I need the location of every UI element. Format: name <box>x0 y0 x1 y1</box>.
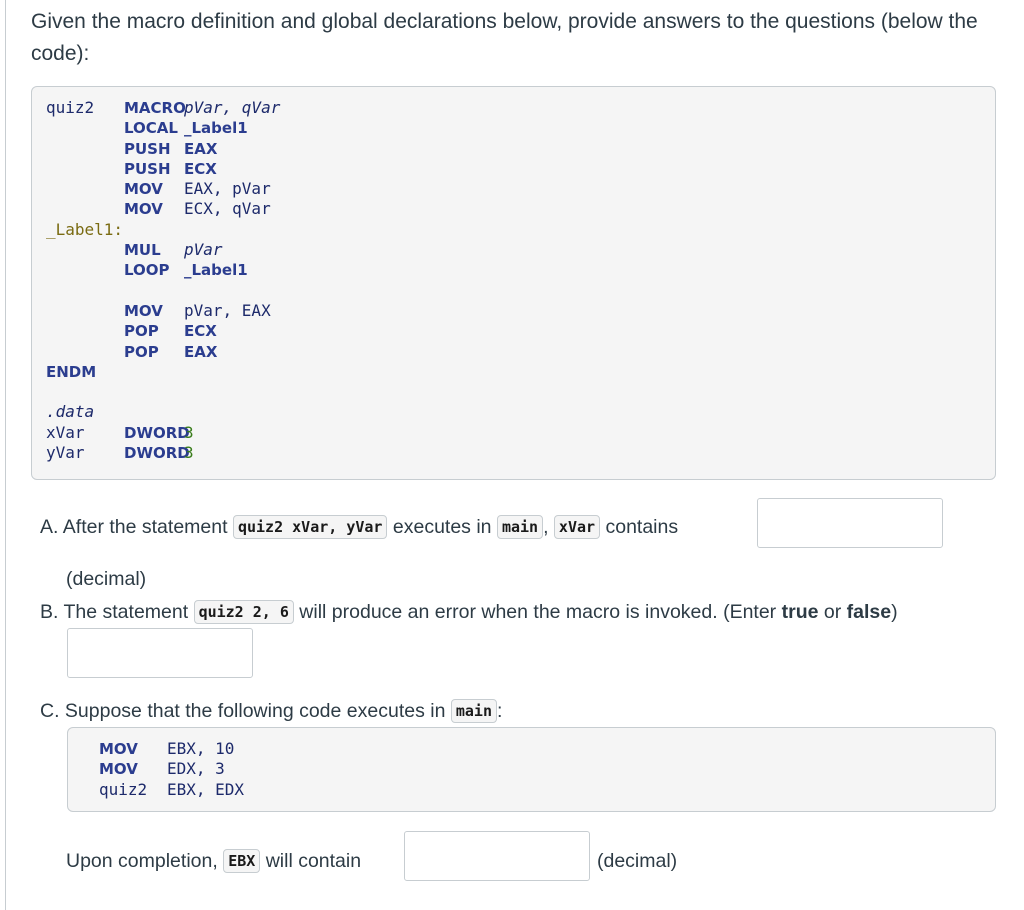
question-a-mid: executes in <box>392 516 492 538</box>
code-token: MUL <box>124 241 161 260</box>
code-token: pVar, EAX <box>184 300 271 320</box>
upon-completion-line: Upon completion, EBX will contain <box>66 846 361 876</box>
code-line: MOV pVar, EAX <box>46 301 995 321</box>
code-token: ECX, qVar <box>184 199 271 219</box>
code-token: _Label1: <box>46 219 124 239</box>
answer-b-input[interactable] <box>68 629 252 677</box>
code-token: .data <box>46 402 95 422</box>
question-a-prefix: A. After the statement <box>40 516 228 538</box>
upon-text: Upon completion, <box>66 850 218 872</box>
code-token: POP <box>124 322 159 341</box>
code-token: xVar <box>46 422 85 442</box>
macro-code-block: quiz2 MACROpVar, qVar LOCAL _Label1 PUSH EAX P… <box>31 86 996 480</box>
inline-code-main: main <box>496 515 544 539</box>
code-token: EAX <box>184 342 218 361</box>
inline-code-xvar: xVar <box>553 515 601 539</box>
will-contain-text: will contain <box>265 850 362 872</box>
code-token: quiz2 <box>46 98 95 117</box>
answer-b-field[interactable] <box>67 628 253 678</box>
code-token: EBX, 10 <box>167 739 235 758</box>
question-b-prefix: B. The statement <box>40 601 189 623</box>
code-token: EBX, EDX <box>167 779 245 799</box>
code-token: quiz2 <box>99 779 148 799</box>
false-keyword: false <box>846 601 892 623</box>
inline-code-statement-b: quiz2 2, 6 <box>193 600 294 624</box>
code-line: POP ECX <box>46 321 995 341</box>
answer-a-input[interactable] <box>758 499 942 547</box>
code-line: _Label1: <box>46 220 995 240</box>
code-line: LOCAL _Label1 <box>46 118 995 138</box>
inline-code-statement: quiz2 xVar, yVar <box>232 515 388 539</box>
or-text: or <box>823 601 842 623</box>
question-a-suffix: contains <box>605 516 679 538</box>
code-token: EAX, pVar <box>184 179 271 199</box>
code-line: ENDM <box>46 362 995 382</box>
code-line: MOV EDX, 3 <box>99 759 995 779</box>
code-line: PUSH EAX <box>46 139 995 159</box>
code-line: xVar DWORD3 <box>46 423 995 443</box>
code-line: MUL pVar <box>46 240 995 260</box>
code-token: pVar <box>184 240 223 260</box>
code-token: ENDM <box>46 362 97 381</box>
code-token: EDX, 3 <box>167 759 225 779</box>
code-token: MOV <box>99 760 138 779</box>
answer-c-input[interactable] <box>405 832 589 880</box>
intro-text: Given the macro definition and global de… <box>31 10 978 65</box>
code-token: _Label1 <box>184 119 248 138</box>
code-token: LOOP <box>124 261 170 280</box>
code-token: PUSH <box>124 139 171 158</box>
true-keyword: true <box>781 601 819 623</box>
snippet-code-block: MOV EBX, 10 MOV EDX, 3 quiz2 EBX, EDX <box>67 727 996 812</box>
code-token: EAX <box>184 139 218 158</box>
code-token: _Label1 <box>184 261 248 280</box>
code-line: LOOP _Label1 <box>46 260 995 280</box>
code-token: DWORD <box>124 423 190 442</box>
inline-code-ebx: EBX <box>223 849 261 873</box>
close-paren: ) <box>891 601 898 623</box>
code-line: quiz2 EBX, EDX <box>99 780 995 800</box>
question-a-comma: , <box>543 516 549 538</box>
code-token: MOV <box>124 301 163 320</box>
code-token: yVar <box>46 443 85 463</box>
code-line: POP EAX <box>46 342 995 362</box>
question-c-prefix: C. Suppose that the following code execu… <box>40 700 446 722</box>
code-line: MOV EBX, 10 <box>99 739 995 759</box>
answer-a-field[interactable] <box>757 498 943 548</box>
answer-c-field[interactable] <box>404 831 590 881</box>
code-line: MOV ECX, qVar <box>46 199 995 219</box>
code-token: MOV <box>99 740 138 758</box>
question-c-unit: (decimal) <box>597 850 678 872</box>
question-a: A. After the statement quiz2 xVar, yVar … <box>40 512 678 542</box>
code-line: yVar DWORD3 <box>46 443 995 463</box>
code-token: PUSH <box>124 159 171 178</box>
code-line: PUSH ECX <box>46 159 995 179</box>
question-b: B. The statement quiz2 2, 6 will produce… <box>40 597 898 627</box>
code-token: MOV <box>124 200 163 219</box>
question-c: C. Suppose that the following code execu… <box>40 696 502 726</box>
code-token: MACRO <box>124 99 186 117</box>
left-border <box>5 0 6 910</box>
question-a-unit: (decimal) <box>66 568 147 590</box>
question-c-colon: : <box>496 700 503 722</box>
code-token: ECX <box>184 159 217 178</box>
code-token: pVar, qVar <box>184 98 281 117</box>
code-token: LOCAL <box>124 119 178 138</box>
code-line: MOV EAX, pVar <box>46 179 995 199</box>
code-token: DWORD <box>124 444 190 463</box>
code-token: MOV <box>124 180 163 199</box>
code-line: .data <box>46 402 995 422</box>
code-token: POP <box>124 342 159 361</box>
code-line: quiz2 MACROpVar, qVar <box>46 98 995 118</box>
code-token: 3 <box>184 422 194 442</box>
code-token: ECX <box>184 322 217 341</box>
question-b-suffix: will produce an error when the macro is … <box>299 601 777 623</box>
inline-code-main-c: main <box>450 699 497 723</box>
code-token: 3 <box>184 443 194 463</box>
